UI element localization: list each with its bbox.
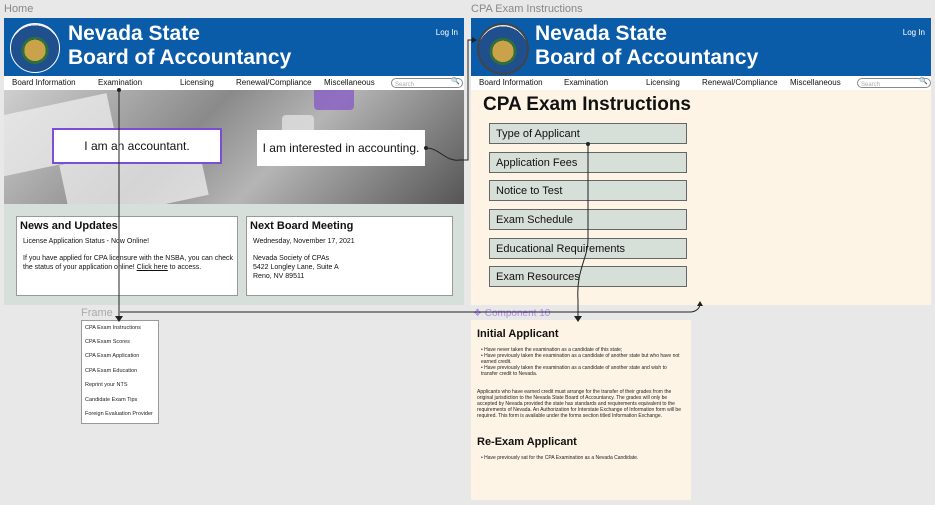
connector-arrowhead [472, 37, 477, 43]
connector-arrowhead [697, 301, 703, 306]
connector-start-dot [586, 142, 590, 146]
connector-menu-to-cpa [120, 303, 701, 313]
connector-start-dot [117, 88, 121, 92]
connector-arrowhead [574, 316, 582, 322]
connector-interested-to-cpa [425, 39, 474, 161]
connector-arrowhead [115, 316, 123, 322]
connector-start-dot [424, 146, 428, 150]
connector-type-to-component [577, 144, 589, 318]
prototype-connectors [115, 37, 703, 322]
